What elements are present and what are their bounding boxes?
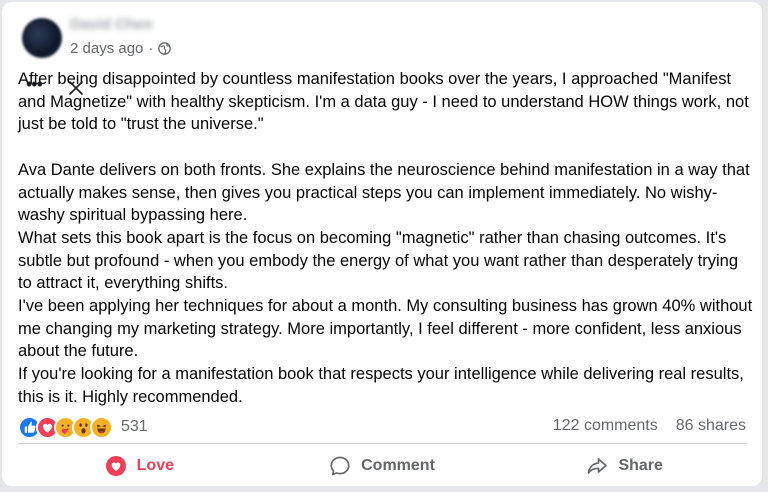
avatar[interactable] [22,18,62,58]
love-button[interactable]: Love [18,448,261,484]
meta-separator: · [148,40,154,57]
haha-icon [90,415,113,439]
engagement-counts: 122 comments 86 shares [553,417,746,435]
comments-count[interactable]: 122 comments [553,417,658,435]
post-body: After being disappointed by countless ma… [18,70,753,406]
comment-button[interactable]: Comment [261,448,504,484]
love-label: Love [136,457,174,474]
share-button[interactable]: Share [503,448,746,484]
share-icon [588,458,608,474]
timestamp[interactable]: 2 days ago [70,40,143,57]
author-name[interactable]: David Chen [70,16,153,33]
reaction-count[interactable]: 531 [121,418,148,436]
comment-icon [330,456,350,476]
post-card: David Chen 2 days ago · After being disa… [2,2,762,486]
shares-count[interactable]: 86 shares [676,417,746,435]
share-label: Share [618,457,663,474]
action-bar: Love Comment Share [18,448,746,484]
post-header: David Chen 2 days ago · [18,12,738,60]
post-meta: 2 days ago · [70,40,172,57]
reaction-summary[interactable]: 531 [18,415,148,439]
close-icon[interactable] [68,80,84,96]
globe-icon [158,42,172,55]
more-horizontal-icon[interactable]: ••• [26,75,43,93]
comment-label: Comment [361,457,435,474]
love-icon [105,456,126,476]
divider [18,443,746,444]
